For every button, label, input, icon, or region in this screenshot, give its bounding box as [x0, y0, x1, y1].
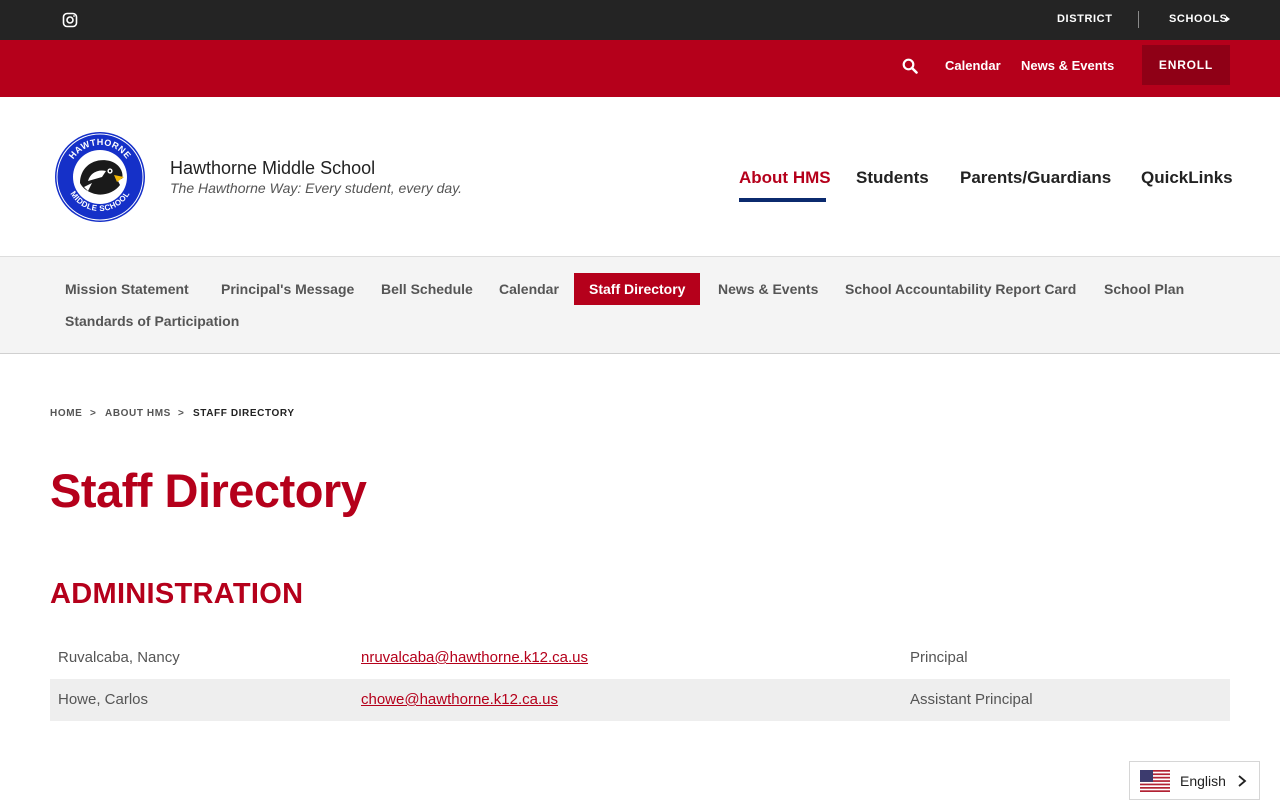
nav-students[interactable]: Students	[856, 168, 929, 188]
subnav-school-plan[interactable]: School Plan	[1104, 273, 1184, 305]
subnav-news-events[interactable]: News & Events	[718, 273, 818, 305]
site-header: HAWTHORNE MIDDLE SCHOOL Hawthorne Middle…	[0, 97, 1280, 256]
breadcrumb-separator: >	[90, 408, 97, 419]
utility-nav-bar: Calendar News & Events ENROLL	[0, 40, 1280, 97]
calendar-link[interactable]: Calendar	[945, 58, 1001, 73]
staff-title: Assistant Principal	[910, 691, 1033, 708]
topbar-divider	[1138, 11, 1139, 28]
table-row: Howe, Carlos chowe@hawthorne.k12.ca.us A…	[50, 679, 1230, 721]
subnav-staff-directory[interactable]: Staff Directory	[574, 273, 701, 305]
subnav-bell-schedule[interactable]: Bell Schedule	[381, 273, 473, 305]
search-icon[interactable]	[902, 58, 918, 74]
active-nav-underline	[739, 198, 826, 202]
section-title-administration: ADMINISTRATION	[50, 578, 304, 610]
school-logo[interactable]: HAWTHORNE MIDDLE SCHOOL	[54, 131, 146, 223]
staff-name: Howe, Carlos	[58, 691, 149, 708]
language-label: English	[1180, 773, 1226, 789]
top-utility-bar: DISTRICT SCHOOLS	[0, 0, 1280, 40]
school-name[interactable]: Hawthorne Middle School	[170, 158, 375, 179]
us-flag-icon	[1140, 770, 1170, 792]
schools-dropdown[interactable]: SCHOOLS	[1169, 13, 1228, 25]
language-selector[interactable]: English	[1129, 761, 1260, 800]
school-tagline: The Hawthorne Way: Every student, every …	[170, 180, 463, 196]
nav-parents-guardians[interactable]: Parents/Guardians	[960, 168, 1111, 188]
page-title: Staff Directory	[50, 464, 367, 517]
caret-right-icon	[1226, 16, 1230, 22]
section-subnav: Mission Statement Principal's Message Be…	[0, 256, 1280, 354]
staff-email-link[interactable]: nruvalcaba@hawthorne.k12.ca.us	[361, 637, 588, 679]
staff-table: Ruvalcaba, Nancy nruvalcaba@hawthorne.k1…	[50, 637, 1230, 721]
breadcrumb-separator: >	[178, 408, 185, 419]
nav-quicklinks[interactable]: QuickLinks	[1141, 168, 1233, 188]
staff-title: Principal	[910, 649, 968, 666]
nav-about-hms[interactable]: About HMS	[739, 168, 831, 188]
breadcrumb-about-hms[interactable]: ABOUT HMS	[105, 408, 171, 419]
enroll-button[interactable]: ENROLL	[1142, 45, 1230, 85]
subnav-mission-statement[interactable]: Mission Statement	[65, 273, 189, 305]
staff-email-link[interactable]: chowe@hawthorne.k12.ca.us	[361, 679, 558, 721]
chevron-right-icon	[1238, 775, 1247, 787]
instagram-icon[interactable]	[62, 12, 78, 28]
district-link[interactable]: DISTRICT	[1057, 13, 1113, 25]
news-events-link[interactable]: News & Events	[1021, 58, 1114, 73]
subnav-principals-message[interactable]: Principal's Message	[221, 273, 354, 305]
breadcrumb-current: STAFF DIRECTORY	[193, 408, 295, 419]
table-row: Ruvalcaba, Nancy nruvalcaba@hawthorne.k1…	[50, 637, 1230, 679]
subnav-calendar[interactable]: Calendar	[499, 273, 559, 305]
breadcrumb-home[interactable]: HOME	[50, 408, 82, 419]
subnav-standards-of-participation[interactable]: Standards of Participation	[65, 305, 239, 337]
staff-name: Ruvalcaba, Nancy	[58, 649, 180, 666]
subnav-sarc[interactable]: School Accountability Report Card	[845, 273, 1076, 305]
